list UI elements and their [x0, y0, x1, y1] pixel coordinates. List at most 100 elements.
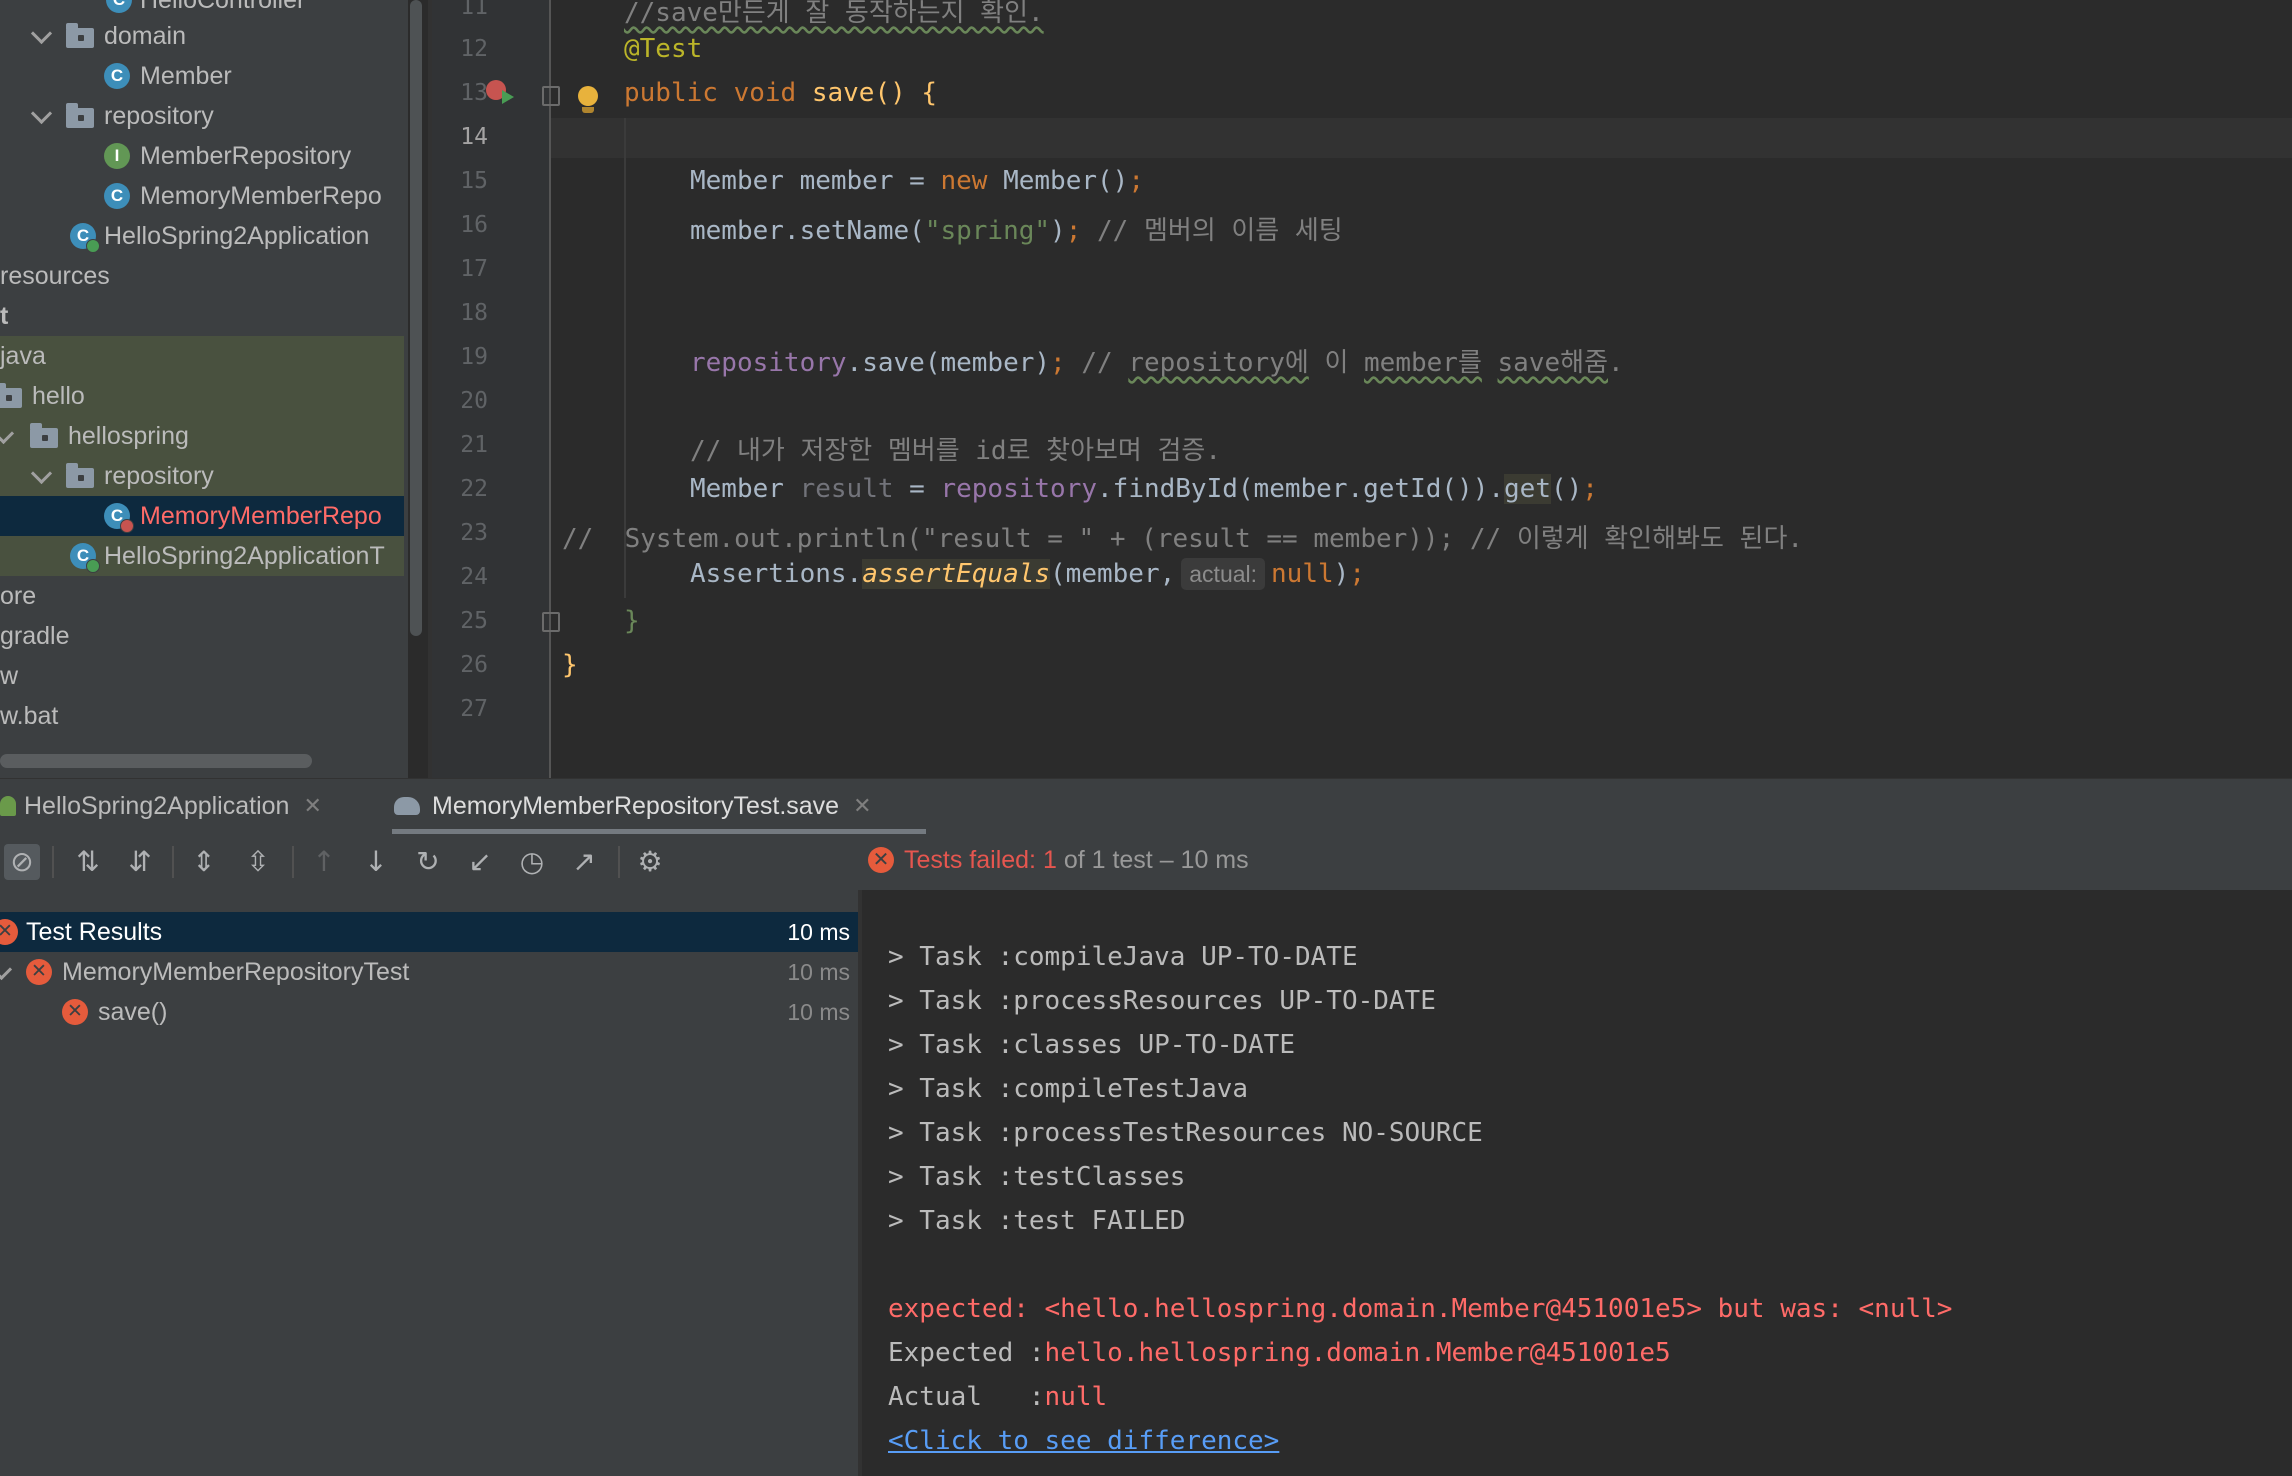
tree-item-hellospring2applicationtests[interactable]: C HelloSpring2ApplicationT	[0, 536, 404, 576]
tree-item-gradlew-bat[interactable]: w.bat	[0, 696, 404, 736]
tree-item-hello[interactable]: hello	[0, 376, 404, 416]
next-failed-test-icon[interactable]: ↓	[358, 844, 394, 880]
tree-item-hellospring[interactable]: hellospring	[0, 416, 404, 456]
tree-item-member[interactable]: C Member	[0, 56, 404, 96]
class-icon: C	[106, 0, 132, 13]
line-number: 23	[460, 520, 488, 546]
play-icon[interactable]	[502, 90, 514, 104]
tab-hellospring2application[interactable]: HelloSpring2Application ✕	[0, 778, 322, 834]
test-history-icon[interactable]: ◷	[514, 844, 550, 880]
sort-by-duration-icon[interactable]: ⇵	[122, 844, 158, 880]
line-number: 22	[460, 476, 488, 502]
current-line-highlight	[551, 118, 2292, 158]
gear-icon[interactable]: ⚙	[632, 844, 668, 880]
result-row-memorymemberrepositorytest[interactable]: ✕ MemoryMemberRepositoryTest 10 ms	[0, 952, 858, 992]
result-row-save[interactable]: ✕ save() 10 ms	[0, 992, 858, 1032]
test-results-tree: ✕ Test Results 10 ms ✕ MemoryMemberRepos…	[0, 890, 858, 1476]
lightbulb-base	[582, 107, 594, 113]
tree-item-java[interactable]: java	[0, 336, 404, 376]
line-number: 20	[460, 388, 488, 414]
code-line-25[interactable]: }	[624, 606, 640, 636]
import-tests-icon[interactable]: ↙	[462, 844, 498, 880]
toolbar-separator	[172, 846, 174, 878]
click-to-see-difference-link[interactable]: <Click to see difference>	[888, 1426, 1279, 1456]
code-line-11[interactable]: //save만든게 잘 동작하는지 확인.	[624, 0, 1044, 29]
chevron-down-icon[interactable]	[0, 422, 15, 445]
export-results-icon[interactable]: ↗	[566, 844, 602, 880]
code-line-26[interactable]: }	[562, 650, 578, 680]
tree-item-gradlew[interactable]: w	[0, 656, 404, 696]
line-number: 26	[460, 652, 488, 678]
line-number: 27	[460, 696, 488, 722]
previous-failed-test-icon[interactable]: ↑	[306, 844, 342, 880]
line-number: 16	[460, 212, 488, 238]
console-line: > Task :classes UP-TO-DATE	[888, 1030, 1295, 1060]
code-line-19[interactable]: repository.save(member); // repository에 …	[690, 342, 1624, 379]
class-icon: C	[104, 183, 130, 209]
toolbar-separator	[52, 846, 54, 878]
chevron-down-icon[interactable]	[30, 462, 53, 485]
expand-all-icon[interactable]: ⇕	[186, 844, 222, 880]
line-number: 18	[460, 300, 488, 326]
console-line: > Task :test FAILED	[888, 1206, 1186, 1236]
console-line: > Task :processTestResources NO-SOURCE	[888, 1118, 1483, 1148]
test-class-icon: C	[70, 543, 100, 573]
tree-item-test-repository[interactable]: repository	[0, 456, 404, 496]
toolbar-separator	[292, 846, 294, 878]
tree-item-memorymemberrepositorytest[interactable]: C MemoryMemberRepo	[0, 496, 404, 536]
failed-icon: ✕	[0, 919, 18, 945]
tree-item-repository[interactable]: repository	[0, 96, 404, 136]
fold-icon[interactable]	[542, 86, 560, 106]
parameter-hint: actual:	[1181, 558, 1266, 590]
result-row-test-results[interactable]: ✕ Test Results 10 ms	[0, 912, 858, 952]
folder-icon	[0, 383, 22, 408]
code-line-21[interactable]: // 내가 저장한 멤버를 id로 찾아보며 검증.	[690, 430, 1221, 467]
chevron-down-icon[interactable]	[0, 958, 13, 981]
code-line-24[interactable]: Assertions.assertEquals(member, actual: nu…	[690, 558, 1365, 590]
toolbar-separator	[618, 846, 620, 878]
chevron-down-icon[interactable]	[30, 102, 53, 125]
sort-alphabetically-icon[interactable]: ⇅	[70, 844, 106, 880]
tab-memorymemberrepositorytest-save[interactable]: MemoryMemberRepositoryTest.save ✕	[394, 778, 872, 834]
tree-item-test[interactable]: t	[0, 296, 404, 336]
code-line-15[interactable]: Member member = new Member();	[690, 166, 1144, 196]
console-line: > Task :compileTestJava	[888, 1074, 1249, 1104]
show-passed-toggle-icon[interactable]: ⊘	[4, 844, 40, 880]
tree-horizontal-scrollbar[interactable]	[0, 754, 312, 768]
tree-item-gradle[interactable]: gradle	[0, 616, 404, 656]
code-line-16[interactable]: member.setName("spring"); // 멤버의 이름 세팅	[690, 210, 1343, 247]
line-number: 17	[460, 256, 488, 282]
rerun-failed-icon[interactable]: ↻	[410, 844, 446, 880]
tree-item-gitignore[interactable]: ore	[0, 576, 404, 616]
code-line-13[interactable]: public void save() {	[624, 78, 937, 108]
line-number: 11	[460, 0, 488, 20]
failed-icon: ✕	[26, 959, 52, 985]
test-status-summary: Tests failed: 1 of 1 test – 10 ms	[904, 846, 1249, 874]
close-icon[interactable]: ✕	[853, 793, 871, 819]
tree-item-domain[interactable]: domain	[0, 16, 404, 56]
line-number: 13	[460, 80, 488, 106]
tree-item-resources[interactable]: resources	[0, 256, 404, 296]
code-line-23[interactable]: // System.out.println("result = " + (res…	[562, 518, 1803, 555]
folder-icon	[66, 463, 94, 488]
console-expected-line: Expected :hello.hellospring.domain.Membe…	[888, 1338, 1671, 1368]
class-icon: C	[104, 63, 130, 89]
tree-item-memorymemberrepository[interactable]: C MemoryMemberRepo	[0, 176, 404, 216]
line-number: 21	[460, 432, 488, 458]
code-comment: //save만든게 잘 동작하는지 확인.	[624, 0, 1044, 28]
close-icon[interactable]: ✕	[303, 793, 321, 819]
folder-icon	[30, 423, 58, 448]
code-line-22[interactable]: Member result = repository.findById(memb…	[690, 474, 1598, 504]
lightbulb-icon[interactable]	[578, 86, 598, 106]
code-line-12[interactable]: @Test	[624, 34, 702, 64]
chevron-down-icon[interactable]	[30, 22, 53, 45]
fold-icon[interactable]	[542, 612, 560, 632]
tree-item-memberrepository[interactable]: I MemberRepository	[0, 136, 404, 176]
line-number: 15	[460, 168, 488, 194]
console-line: > Task :processResources UP-TO-DATE	[888, 986, 1436, 1016]
collapse-all-icon[interactable]: ⇳	[240, 844, 276, 880]
line-number: 24	[460, 564, 488, 590]
tree-item-hellospring2application[interactable]: C HelloSpring2Application	[0, 216, 404, 256]
tree-vertical-scrollbar[interactable]	[410, 0, 422, 636]
test-class-icon: C	[104, 503, 134, 533]
